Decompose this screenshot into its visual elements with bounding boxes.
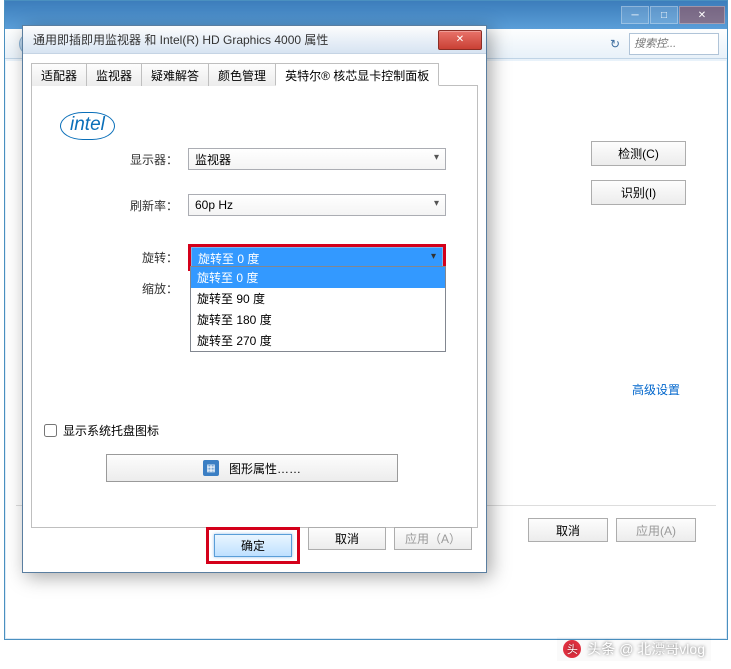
tray-icon-checkbox-row[interactable]: 显示系统托盘图标 [44,422,159,439]
tabstrip: 适配器 监视器 疑难解答 颜色管理 英特尔® 核芯显卡控制面板 [31,62,478,86]
tray-icon-checkbox[interactable] [44,424,57,437]
rotate-combo[interactable]: 旋转至 0 度 [191,247,443,267]
close-button[interactable]: ✕ [679,6,725,24]
row-display: 显示器： 监视器 [128,148,446,170]
refresh-icon[interactable]: ↻ [607,36,623,52]
dialog-titlebar: 通用即插即用监视器 和 Intel(R) HD Graphics 4000 属性… [23,26,486,54]
rotate-option-90[interactable]: 旋转至 90 度 [191,288,445,309]
minimize-button[interactable]: ─ [621,6,649,24]
rotate-option-0[interactable]: 旋转至 0 度 [191,267,445,288]
watermark: 头 头条 @ 北漂哥vlog [557,637,711,661]
tray-icon-label: 显示系统托盘图标 [63,422,159,439]
rotate-dropdown-list: 旋转至 0 度 旋转至 90 度 旋转至 180 度 旋转至 270 度 [190,266,446,352]
ok-button[interactable]: 确定 [214,534,292,557]
search-input[interactable] [629,33,719,55]
display-combo[interactable]: 监视器 [188,148,446,170]
rotate-option-180[interactable]: 旋转至 180 度 [191,309,445,330]
tab-monitor[interactable]: 监视器 [86,63,142,86]
maximize-button[interactable]: □ [650,6,678,24]
dialog-close-button[interactable]: ✕ [438,30,482,50]
display-label: 显示器： [128,151,178,168]
advanced-settings-link[interactable]: 高级设置 [632,381,680,398]
row-refresh: 刷新率： 60p Hz [128,194,446,216]
parent-cancel-button[interactable]: 取消 [528,518,608,542]
dialog-footer: 确定 取消 应用（A） [23,527,486,564]
dialog-title: 通用即插即用监视器 和 Intel(R) HD Graphics 4000 属性 [33,31,328,48]
cancel-button[interactable]: 取消 [308,527,386,550]
watermark-text: 头条 @ 北漂哥vlog [587,639,705,659]
parent-apply-button: 应用(A) [616,518,696,542]
detect-button[interactable]: 检测(C) [591,141,686,166]
zoom-label: 缩放： [128,280,178,297]
rotate-option-270[interactable]: 旋转至 270 度 [191,330,445,351]
refresh-combo[interactable]: 60p Hz [188,194,446,216]
tab-troubleshoot[interactable]: 疑难解答 [141,63,209,86]
apply-button: 应用（A） [394,527,472,550]
tab-intel-graphics[interactable]: 英特尔® 核芯显卡控制面板 [275,63,439,86]
intel-logo: intel [60,112,115,140]
refresh-label: 刷新率： [128,197,178,214]
rotate-label: 旋转： [128,249,178,266]
tab-adapter[interactable]: 适配器 [31,63,87,86]
row-zoom: 缩放： [128,280,178,297]
graphics-properties-button[interactable]: ▦ 图形属性…… [106,454,398,482]
tab-color[interactable]: 颜色管理 [208,63,276,86]
display-properties-dialog: 通用即插即用监视器 和 Intel(R) HD Graphics 4000 属性… [22,25,487,573]
intel-tab-pane: intel 显示器： 监视器 刷新率： 60p Hz 旋转： 旋转至 0 度 缩… [31,86,478,528]
ok-highlight-box: 确定 [206,527,300,564]
graphics-properties-label: 图形属性…… [229,460,301,477]
watermark-icon: 头 [563,640,581,658]
graphics-icon: ▦ [203,460,219,476]
identify-button[interactable]: 识别(I) [591,180,686,205]
